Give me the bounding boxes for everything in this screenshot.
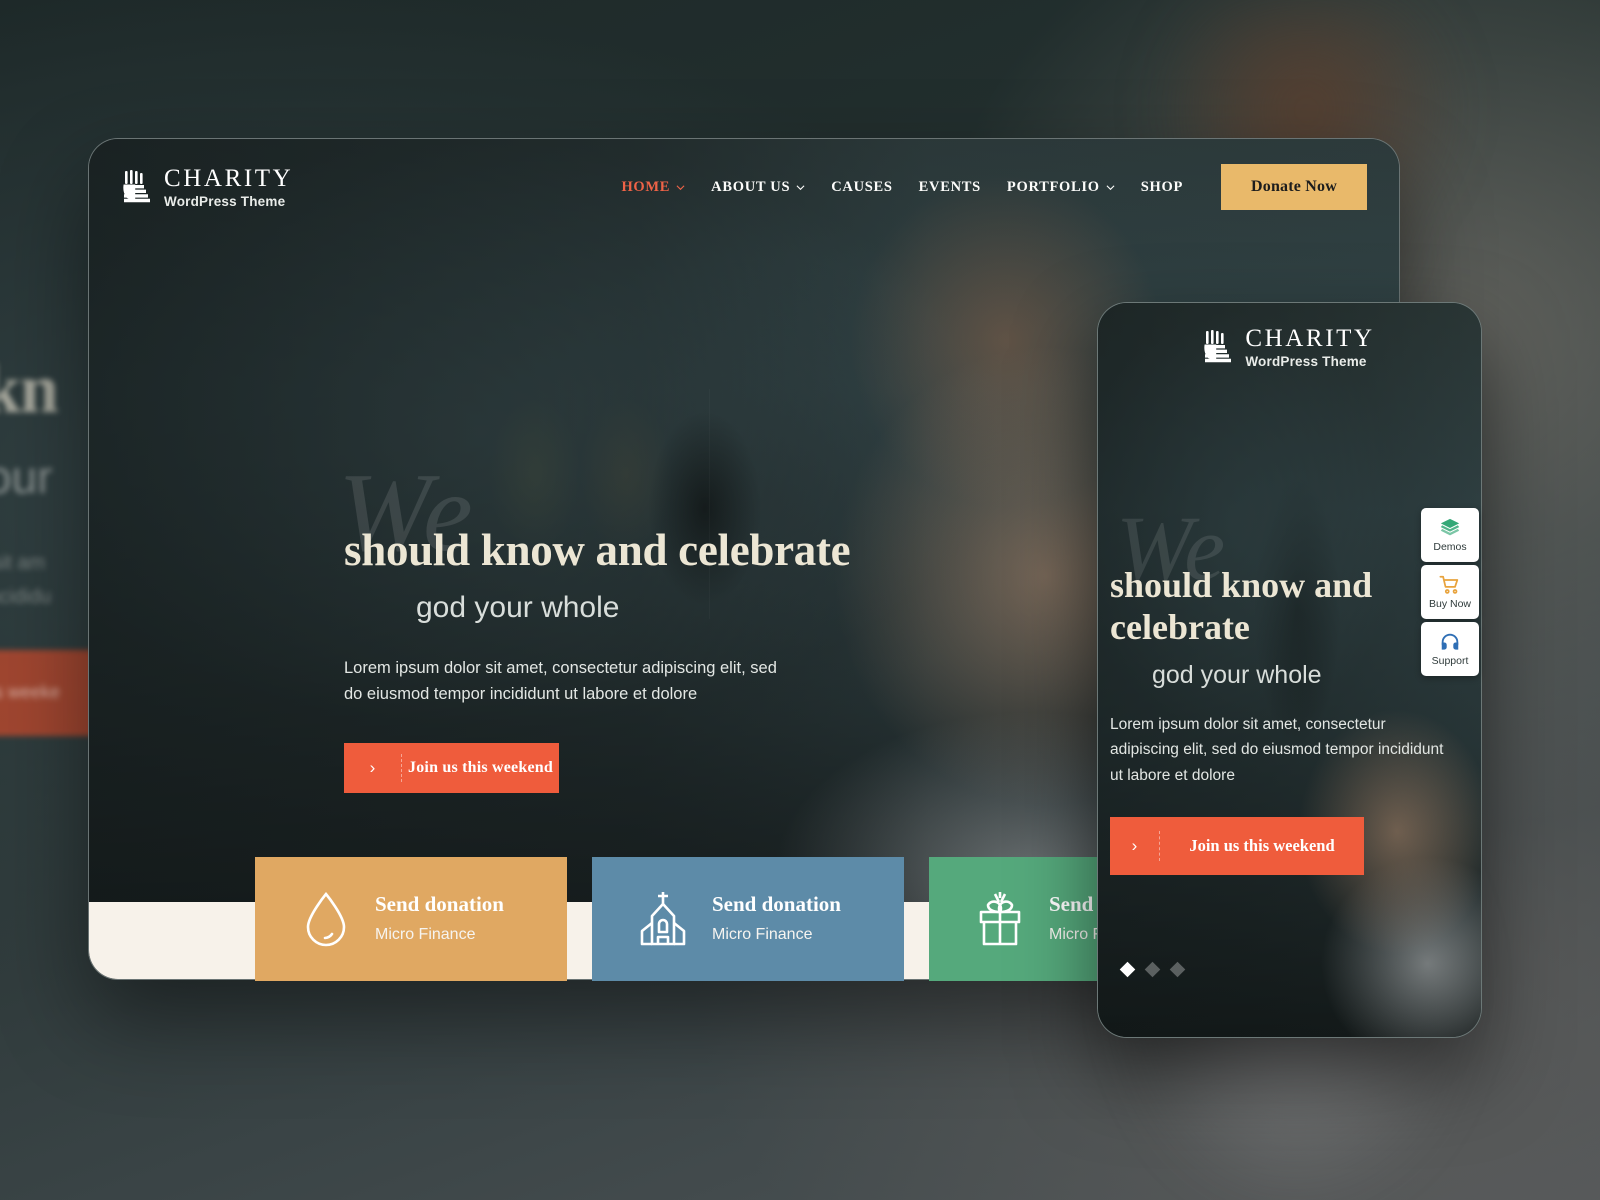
site-logo[interactable]: CHARITY WordPress Theme [123, 166, 293, 209]
main-navigation: HOME ABOUT US CAUSES EVENTS PORTFOLIO SH… [621, 164, 1367, 210]
screenshot-stage: kn our sit am ncididu s weeke [0, 0, 1600, 1200]
mobile-hero-content: We should know and celebrate god your wh… [1110, 497, 1460, 875]
mobile-hero-paragraph: Lorem ipsum dolor sit amet, consectetur … [1110, 715, 1444, 784]
nav-item-about-us[interactable]: ABOUT US [711, 179, 805, 196]
nav-item-portfolio[interactable]: PORTFOLIO [1007, 179, 1115, 196]
nav-item-causes[interactable]: CAUSES [831, 179, 892, 196]
hand-with-lines-icon [123, 170, 150, 203]
mobile-hero-subheadline: god your whole [1152, 660, 1322, 689]
mobile-slider-pagination [1119, 961, 1186, 978]
chevron-right-icon: › [344, 754, 402, 783]
nav-label-events: EVENTS [918, 178, 981, 195]
mobile-hero-headline: should know and celebrate [1110, 565, 1373, 647]
site-header: CHARITY WordPress Theme HOME ABOUT US CA… [89, 139, 1399, 235]
hero-content: We should know and celebrate god your wh… [338, 451, 964, 794]
logo-subtitle: WordPress Theme [164, 193, 286, 209]
donate-now-button[interactable]: Donate Now [1221, 164, 1367, 210]
nav-item-events[interactable]: EVENTS [919, 179, 981, 196]
mobile-logo-subtitle: WordPress Theme [1245, 353, 1367, 369]
ghost-paragraph-line-2: ncididu [0, 586, 52, 608]
hero-subheadline: god your whole [416, 590, 620, 624]
mobile-logo-text: CHARITY WordPress Theme [1245, 326, 1374, 369]
ghost-subheadline: our [0, 451, 53, 503]
mobile-slider-dot-2[interactable] [1144, 961, 1161, 978]
buy-now-button[interactable]: Buy Now [1421, 565, 1479, 619]
shopping-cart-icon [1439, 576, 1459, 595]
mobile-slider-dot-3[interactable] [1169, 961, 1186, 978]
service-card-subtitle: Micro Finance [375, 926, 476, 943]
hero-cta-button[interactable]: › Join us this weekend [344, 743, 559, 794]
mobile-hero-cta-button[interactable]: › Join us this weekend [1110, 816, 1364, 875]
layers-icon [1440, 519, 1460, 536]
mobile-header: CHARITY WordPress Theme [1098, 303, 1481, 391]
floating-side-toolbar: Demos Buy Now Support [1421, 508, 1479, 676]
service-card-text: Send donation Micro Finance [375, 894, 504, 944]
nav-label-portfolio: PORTFOLIO [1006, 178, 1100, 195]
logo-text: CHARITY WordPress Theme [164, 166, 293, 209]
demos-label: Demos [1433, 541, 1467, 554]
nav-label-about-us: ABOUT US [711, 178, 791, 195]
support-button[interactable]: Support [1421, 622, 1479, 676]
nav-item-shop[interactable]: SHOP [1141, 179, 1183, 196]
support-label: Support [1431, 655, 1469, 668]
nav-label-causes: CAUSES [831, 178, 893, 195]
mobile-logo-title: CHARITY [1245, 324, 1375, 352]
chevron-down-icon [1106, 184, 1115, 190]
service-card-donation-water[interactable]: Send donation Micro Finance [255, 857, 567, 981]
mobile-slider-dot-1[interactable] [1119, 961, 1136, 978]
hero-paragraph: Lorem ipsum dolor sit amet, consectetur … [344, 658, 777, 704]
ghost-cta-label: s weeke [0, 682, 61, 702]
ghost-paragraph-line-1: sit am [0, 552, 46, 574]
nav-label-shop: SHOP [1140, 178, 1183, 195]
headset-icon [1441, 634, 1459, 650]
hand-with-lines-icon [1204, 330, 1232, 363]
mobile-site-logo[interactable]: CHARITY WordPress Theme [1204, 326, 1374, 369]
chevron-right-icon: › [1110, 830, 1160, 861]
ghost-headline: kn [0, 351, 59, 428]
nav-item-home[interactable]: HOME [621, 179, 685, 196]
gift-icon [979, 892, 1021, 946]
buy-now-label: Buy Now [1428, 598, 1471, 611]
water-drop-icon [306, 891, 346, 947]
service-card-text: Send donation Micro Finance [712, 894, 841, 944]
nav-label-home: HOME [621, 178, 671, 195]
logo-title: CHARITY [164, 164, 294, 192]
service-card-subtitle: Micro Finance [712, 926, 813, 943]
church-icon [640, 892, 686, 946]
service-cards: Send donation Micro Finance Send donatio… [255, 857, 1241, 981]
chevron-down-icon [676, 184, 685, 190]
service-card-title: Send donation [375, 892, 504, 916]
hero-headline: should know and celebrate [344, 525, 851, 575]
mobile-hero-cta-label: Join us this weekend [1189, 835, 1335, 855]
service-card-title: Send donation [712, 892, 841, 916]
hero-cta-label: Join us this weekend [408, 759, 553, 777]
service-card-donation-church[interactable]: Send donation Micro Finance [592, 857, 904, 981]
demos-button[interactable]: Demos [1421, 508, 1479, 562]
chevron-down-icon [796, 184, 805, 190]
